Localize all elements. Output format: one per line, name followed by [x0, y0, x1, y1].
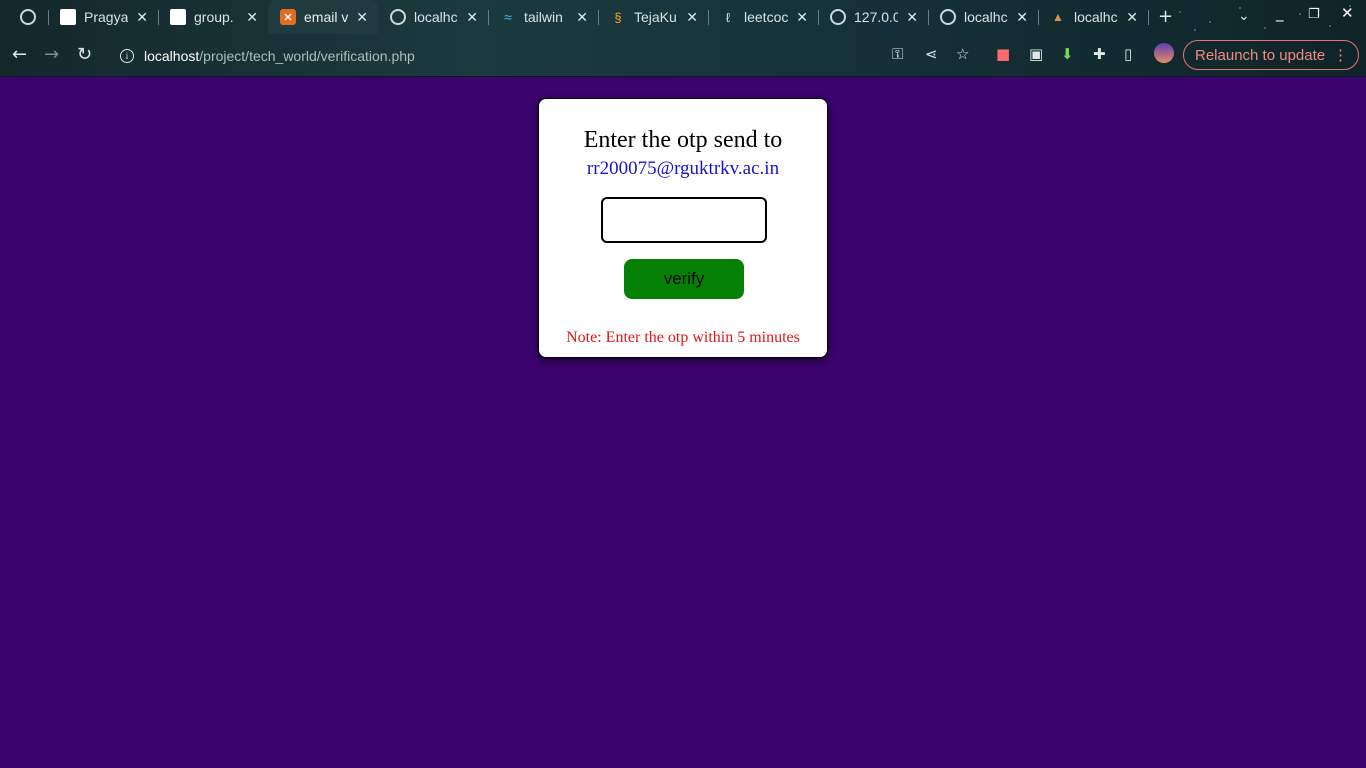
menu-dots-icon[interactable]: ⋮ — [1333, 46, 1348, 64]
side-panel-icon[interactable]: ▯ — [1124, 45, 1132, 63]
tab-localhost-1[interactable]: localhc ✕ — [378, 0, 489, 34]
close-tab-icon[interactable]: ✕ — [1126, 9, 1138, 26]
tab-pragya[interactable]: Pragya ✕ — [48, 0, 159, 34]
back-icon[interactable]: ← — [12, 44, 27, 65]
close-window-icon[interactable]: ✕ — [1341, 4, 1354, 22]
relaunch-label: Relaunch to update — [1195, 46, 1326, 64]
url-text[interactable]: localhost/project/tech_world/verificatio… — [144, 48, 415, 64]
tab-title: localhc — [964, 9, 1008, 25]
tab-title: localhc — [1074, 9, 1118, 25]
globe-icon — [390, 9, 406, 25]
globe-icon — [940, 9, 956, 25]
close-tab-icon[interactable]: ✕ — [796, 9, 808, 26]
tab-title: leetcoc — [744, 9, 789, 25]
close-tab-icon[interactable]: ✕ — [906, 9, 918, 26]
tab-localhost-2[interactable]: localhc ✕ — [928, 0, 1039, 34]
tab-chatgpt[interactable] — [8, 0, 49, 34]
tejaku-icon: § — [614, 9, 622, 25]
tab-title: TejaKu — [634, 9, 677, 25]
profile-avatar[interactable] — [1154, 43, 1174, 63]
tab-localhost-3[interactable]: ▲ localhc ✕ — [1038, 0, 1149, 34]
email-address: rr200075@rguktrkv.ac.in — [586, 158, 780, 179]
close-tab-icon[interactable]: ✕ — [136, 9, 148, 26]
tab-search-icon[interactable]: ⌄ — [1238, 8, 1250, 24]
key-icon[interactable]: ⚿ — [892, 45, 903, 63]
document-icon — [60, 9, 76, 25]
new-tab-icon[interactable]: + — [1158, 6, 1173, 27]
xampp-icon: ✕ — [280, 9, 296, 25]
tab-leetcode[interactable]: ℓ leetcoc ✕ — [708, 0, 819, 34]
close-tab-icon[interactable]: ✕ — [686, 9, 698, 26]
tab-127[interactable]: 127.0.0 ✕ — [818, 0, 929, 34]
chatgpt-icon — [20, 9, 36, 25]
close-tab-icon[interactable]: ✕ — [1016, 9, 1028, 26]
tab-tejaku[interactable]: § TejaKu ✕ — [598, 0, 709, 34]
verification-card: Enter the otp send to rr200075@rguktrkv.… — [538, 98, 828, 358]
leetcode-icon: ℓ — [725, 9, 731, 25]
extensions-puzzle-icon[interactable]: ✚ — [1093, 45, 1106, 63]
tailwind-icon: ≈ — [504, 9, 512, 25]
relaunch-button[interactable]: Relaunch to update ⋮ — [1183, 40, 1359, 70]
toolbar: ← → ↻ i localhost/project/tech_world/ver… — [0, 34, 1366, 77]
globe-icon — [830, 9, 846, 25]
tab-group[interactable]: group. ✕ — [158, 0, 269, 34]
tab-title: Pragya — [84, 9, 129, 25]
tab-strip: Pragya ✕ group. ✕ ✕ email v ✕ localhc ✕ … — [0, 0, 1366, 34]
tab-title: group. — [194, 9, 234, 25]
close-tab-icon[interactable]: ✕ — [356, 9, 368, 26]
tab-title: tailwin — [524, 9, 563, 25]
document-icon — [170, 9, 186, 25]
close-tab-icon[interactable]: ✕ — [246, 9, 258, 26]
download-icon[interactable]: ⬇ — [1061, 45, 1074, 63]
extension-icon-2[interactable]: ▣ — [1029, 45, 1043, 63]
site-info-icon[interactable]: i — [120, 48, 134, 63]
reload-icon[interactable]: ↻ — [77, 44, 92, 65]
address-bar[interactable]: i localhost/project/tech_world/verificat… — [110, 40, 982, 71]
forward-icon[interactable]: → — [44, 44, 59, 65]
close-tab-icon[interactable]: ✕ — [466, 9, 478, 26]
tab-email-verification[interactable]: ✕ email v ✕ — [268, 0, 378, 34]
otp-note: Note: Enter the otp within 5 minutes — [566, 329, 800, 346]
verify-button[interactable]: verify — [624, 259, 744, 299]
page-heading: Enter the otp send to — [583, 127, 783, 153]
tab-title: localhc — [414, 9, 458, 25]
browser-chrome: Pragya ✕ group. ✕ ✕ email v ✕ localhc ✕ … — [0, 0, 1366, 77]
close-tab-icon[interactable]: ✕ — [576, 9, 588, 26]
otp-input[interactable] — [601, 197, 767, 243]
tab-title: email v — [304, 9, 349, 25]
minimize-icon[interactable]: _ — [1276, 4, 1284, 22]
share-icon[interactable]: ⋖ — [925, 45, 938, 63]
restore-icon[interactable]: ❐ — [1308, 7, 1320, 22]
tab-title: 127.0.0 — [854, 9, 899, 25]
bookmark-star-icon[interactable]: ☆ — [956, 45, 969, 63]
tab-tailwind[interactable]: ≈ tailwin ✕ — [488, 0, 599, 34]
extension-icon-1[interactable]: ■ — [996, 45, 1010, 63]
localhost-icon: ▲ — [1052, 10, 1064, 24]
